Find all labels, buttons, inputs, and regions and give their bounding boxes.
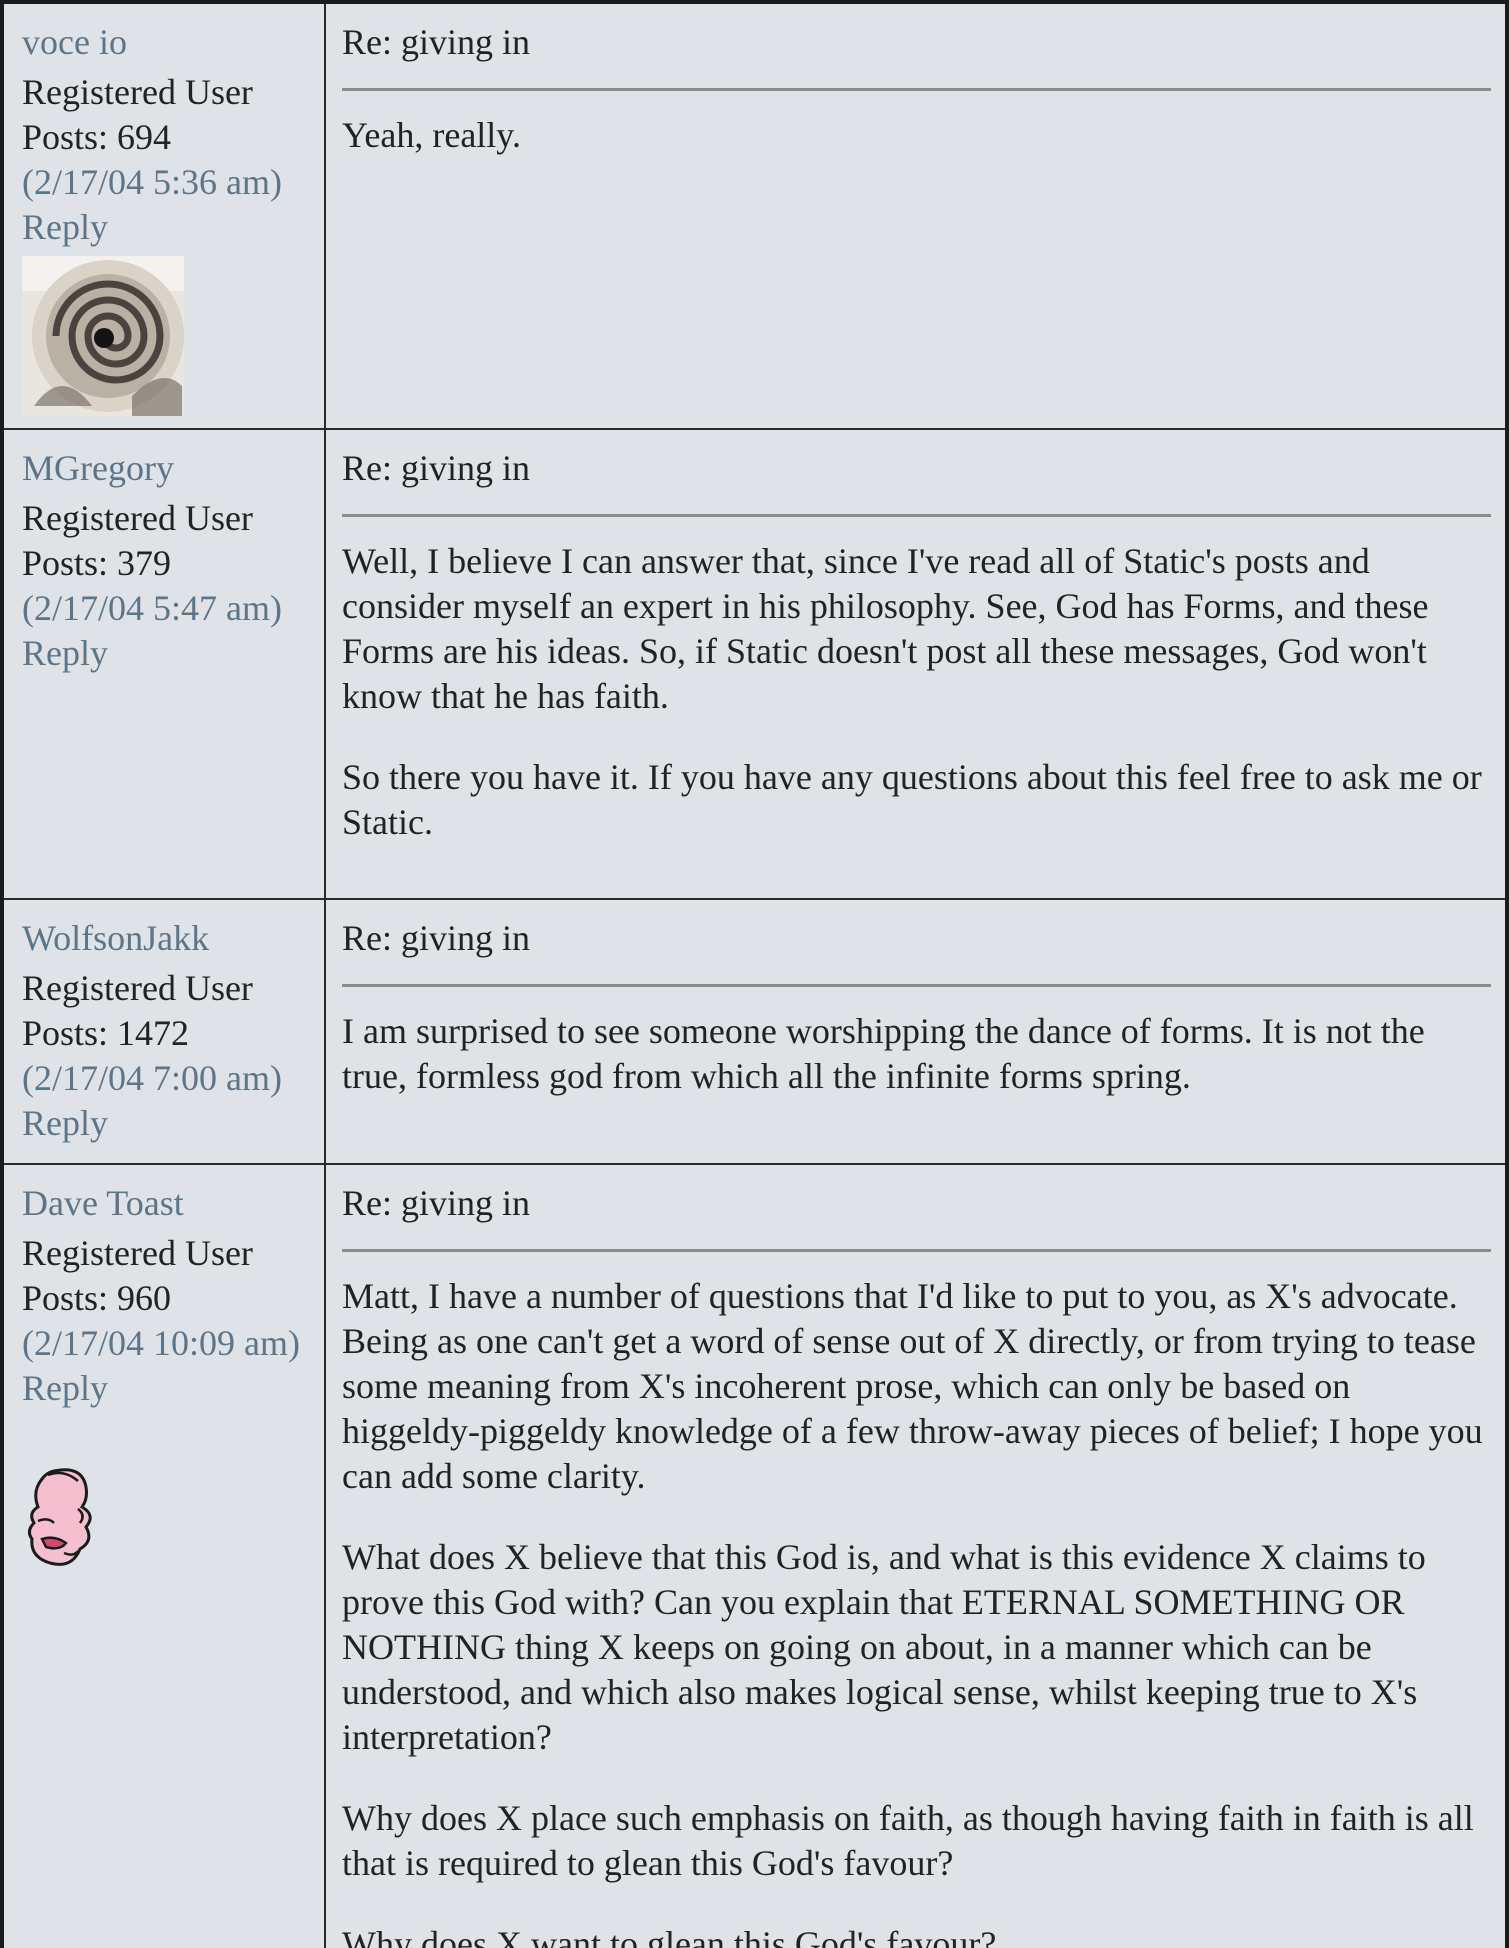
post-title: Re: giving in: [342, 1183, 530, 1223]
post-paragraph: Why does X want to glean this God's favo…: [342, 1924, 997, 1948]
post-paragraph: I am surprised to see someone worshippin…: [342, 1011, 1425, 1096]
author-panel: MGregory Registered User Posts: 379 (2/1…: [4, 430, 326, 898]
author-post-count: Posts: 694: [22, 117, 172, 157]
author-role: Registered User: [22, 72, 253, 112]
post-title: Re: giving in: [342, 918, 530, 958]
post-paragraph: Well, I believe I can answer that, since…: [342, 541, 1429, 716]
post-body: Matt, I have a number of questions that …: [342, 1274, 1491, 1948]
reply-link[interactable]: Reply: [22, 1366, 324, 1411]
post-paragraph: Yeah, really.: [342, 115, 521, 155]
author-name-link[interactable]: Dave Toast: [22, 1181, 324, 1226]
author-name-link[interactable]: MGregory: [22, 446, 324, 491]
post-content: Re: giving in Matt, I have a number of q…: [326, 1165, 1505, 1948]
post-content: Re: giving in I am surprised to see some…: [326, 900, 1505, 1163]
author-panel: WolfsonJakk Registered User Posts: 1472 …: [4, 900, 326, 1163]
post: Dave Toast Registered User Posts: 960 (2…: [4, 1165, 1505, 1948]
post-date: (2/17/04 5:47 am): [22, 588, 282, 628]
post-divider: [342, 984, 1491, 987]
post-date: (2/17/04 5:36 am): [22, 162, 282, 202]
forum-thread: voce io Registered User Posts: 694 (2/17…: [0, 0, 1509, 1948]
post-divider: [342, 514, 1491, 517]
post-paragraph: What does X believe that this God is, an…: [342, 1537, 1426, 1757]
author-name-link[interactable]: voce io: [22, 20, 324, 65]
post-content: Re: giving in Yeah, really.: [326, 4, 1505, 428]
author-panel: Dave Toast Registered User Posts: 960 (2…: [4, 1165, 326, 1948]
avatar: [22, 256, 324, 416]
post-paragraph: Why does X place such emphasis on faith,…: [342, 1798, 1474, 1883]
post: MGregory Registered User Posts: 379 (2/1…: [4, 430, 1505, 900]
post-divider: [342, 1249, 1491, 1252]
post: voce io Registered User Posts: 694 (2/17…: [4, 4, 1505, 430]
cartoon-face-avatar-image: [27, 1468, 92, 1566]
reply-link[interactable]: Reply: [22, 1101, 324, 1146]
post-content: Re: giving in Well, I believe I can answ…: [326, 430, 1505, 898]
spiral-staircase-avatar-image: [22, 256, 184, 416]
post-body: I am surprised to see someone worshippin…: [342, 1009, 1491, 1099]
post-date: (2/17/04 7:00 am): [22, 1058, 282, 1098]
post-body: Yeah, really.: [342, 113, 1491, 158]
avatar: [24, 1465, 324, 1575]
post-divider: [342, 88, 1491, 91]
author-role: Registered User: [22, 498, 253, 538]
author-post-count: Posts: 960: [22, 1278, 172, 1318]
post-title: Re: giving in: [342, 448, 530, 488]
author-role: Registered User: [22, 1233, 253, 1273]
post-body: Well, I believe I can answer that, since…: [342, 539, 1491, 845]
reply-link[interactable]: Reply: [22, 631, 324, 676]
author-name-link[interactable]: WolfsonJakk: [22, 916, 324, 961]
author-role: Registered User: [22, 968, 253, 1008]
author-panel: voce io Registered User Posts: 694 (2/17…: [4, 4, 326, 428]
author-post-count: Posts: 379: [22, 543, 172, 583]
post-title: Re: giving in: [342, 22, 530, 62]
post-date: (2/17/04 10:09 am): [22, 1323, 300, 1363]
post-paragraph: So there you have it. If you have any qu…: [342, 757, 1482, 842]
post-paragraph: Matt, I have a number of questions that …: [342, 1276, 1483, 1496]
reply-link[interactable]: Reply: [22, 205, 324, 250]
author-post-count: Posts: 1472: [22, 1013, 190, 1053]
post: WolfsonJakk Registered User Posts: 1472 …: [4, 900, 1505, 1165]
